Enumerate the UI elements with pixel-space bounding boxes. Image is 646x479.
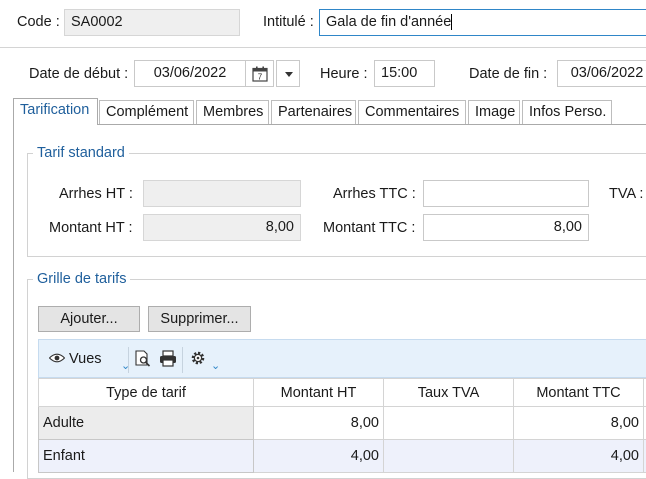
print-icon[interactable] (159, 350, 177, 367)
column-header-taux-tva[interactable]: Taux TVA (384, 379, 514, 407)
date-debut-field[interactable]: 03/06/2022 (134, 60, 246, 87)
arrhes-ht-field[interactable] (143, 180, 301, 207)
settings-chevron-icon[interactable]: ⌄ (211, 359, 220, 372)
tab-panel-border (13, 124, 14, 472)
code-field[interactable]: SA0002 (64, 9, 240, 36)
caret-down-icon (285, 72, 293, 77)
arrhes-ttc-field[interactable] (423, 180, 589, 207)
arrhes-ht-label: Arrhes HT : (59, 186, 133, 202)
code-label: Code : (17, 14, 60, 30)
column-header-type[interactable]: Type de tarif (39, 379, 254, 407)
cell-taux-tva[interactable] (384, 440, 514, 473)
active-tab-gap (14, 123, 97, 125)
svg-text:7: 7 (258, 73, 263, 82)
intitule-value: Gala de fin d'année (326, 14, 451, 30)
date-fin-field[interactable]: 03/06/2022 (557, 60, 646, 87)
cell-montant-ttc[interactable]: 8,00 (514, 407, 644, 440)
date-dropdown-button[interactable] (276, 60, 300, 87)
cell-montant-ht[interactable]: 8,00 (254, 407, 384, 440)
heure-label: Heure : (320, 66, 368, 82)
table-row[interactable]: Enfant 4,00 4,00 (39, 440, 646, 473)
montant-ttc-label: Montant TTC : (323, 220, 415, 236)
tab-strip-line (13, 124, 646, 125)
column-header-montant-ttc[interactable]: Montant TTC (514, 379, 644, 407)
tab-membres[interactable]: Membres (196, 100, 269, 124)
intitule-field[interactable]: Gala de fin d'année (319, 9, 646, 36)
tab-image[interactable]: Image (468, 100, 520, 124)
cell-montant-ht[interactable]: 4,00 (254, 440, 384, 473)
table-row[interactable]: Adulte 8,00 8,00 (39, 407, 646, 440)
date-debut-label: Date de début : (29, 66, 128, 82)
supprimer-button[interactable]: Supprimer... (148, 306, 251, 332)
header-divider (0, 47, 646, 48)
tarif-standard-title: Tarif standard (33, 145, 129, 161)
cell-taux-tva[interactable] (384, 407, 514, 440)
montant-ttc-field[interactable]: 8,00 (423, 214, 589, 241)
ajouter-button[interactable]: Ajouter... (38, 306, 140, 332)
eye-icon (49, 353, 65, 363)
toolbar-separator-2 (182, 347, 183, 373)
grille-tarifs-title: Grille de tarifs (33, 271, 130, 287)
tab-commentaires[interactable]: Commentaires (358, 100, 466, 124)
cell-type[interactable]: Adulte (39, 407, 254, 440)
date-fin-label: Date de fin : (469, 66, 547, 82)
settings-gear-icon[interactable] (189, 349, 207, 367)
text-caret (451, 14, 452, 30)
table-header-row: Type de tarif Montant HT Taux TVA Montan… (39, 379, 646, 407)
montant-ht-label: Montant HT : (49, 220, 133, 236)
tarifs-table: Type de tarif Montant HT Taux TVA Montan… (38, 378, 646, 473)
tab-partenaires[interactable]: Partenaires (271, 100, 356, 124)
toolbar-separator (128, 347, 129, 373)
tva-label: TVA : (609, 186, 643, 202)
calendar-button[interactable]: 7 (246, 60, 274, 87)
cell-type[interactable]: Enfant (39, 440, 254, 473)
column-header-montant-ht[interactable]: Montant HT (254, 379, 384, 407)
vues-label: Vues (69, 351, 102, 367)
grid-toolbar: Vues ⌄ ⌄ (38, 339, 646, 378)
cell-montant-ttc[interactable]: 4,00 (514, 440, 644, 473)
arrhes-ttc-label: Arrhes TTC : (333, 186, 416, 202)
print-preview-icon[interactable] (135, 350, 151, 367)
montant-ht-field[interactable]: 8,00 (143, 214, 301, 241)
calendar-icon: 7 (252, 66, 268, 82)
tab-infos-perso[interactable]: Infos Perso. (522, 100, 612, 124)
tab-tarification[interactable]: Tarification (13, 98, 98, 125)
intitule-label: Intitulé : (263, 14, 314, 30)
heure-field[interactable]: 15:00 (374, 60, 435, 87)
tab-complement[interactable]: Complément (99, 100, 194, 124)
